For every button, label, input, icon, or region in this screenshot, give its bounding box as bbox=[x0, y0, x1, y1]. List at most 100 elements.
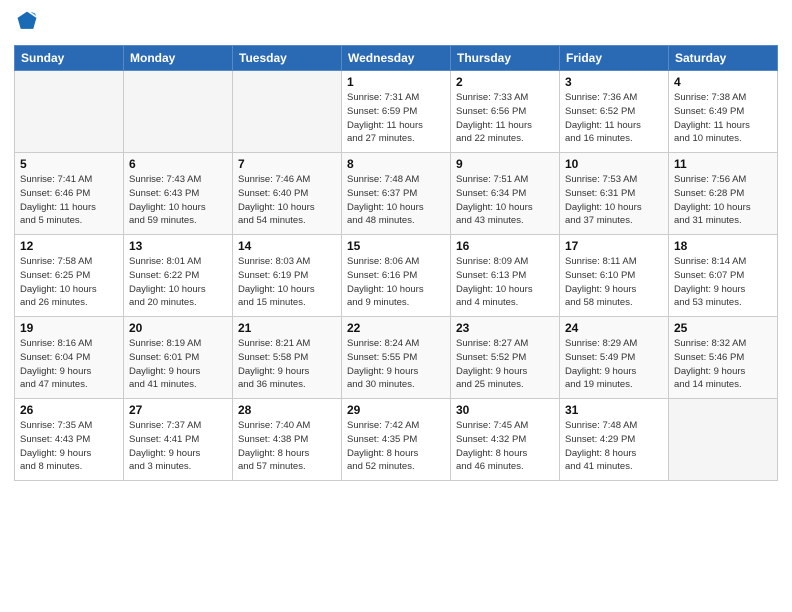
calendar-cell: 22 Sunrise: 8:24 AM Sunset: 5:55 PM Dayli… bbox=[342, 317, 451, 399]
calendar-cell bbox=[233, 71, 342, 153]
calendar-cell: 20 Sunrise: 8:19 AM Sunset: 6:01 PM Dayli… bbox=[124, 317, 233, 399]
day-info: Sunrise: 8:29 AM Sunset: 5:49 PM Dayligh… bbox=[565, 337, 663, 392]
day-info: Sunrise: 7:31 AM Sunset: 6:59 PM Dayligh… bbox=[347, 91, 445, 146]
day-number: 23 bbox=[456, 321, 554, 335]
day-info: Sunrise: 7:42 AM Sunset: 4:35 PM Dayligh… bbox=[347, 419, 445, 474]
weekday-header-friday: Friday bbox=[560, 46, 669, 71]
calendar-cell: 6 Sunrise: 7:43 AM Sunset: 6:43 PM Daylig… bbox=[124, 153, 233, 235]
day-number: 11 bbox=[674, 157, 772, 171]
day-info: Sunrise: 8:03 AM Sunset: 6:19 PM Dayligh… bbox=[238, 255, 336, 310]
weekday-header-wednesday: Wednesday bbox=[342, 46, 451, 71]
day-info: Sunrise: 7:46 AM Sunset: 6:40 PM Dayligh… bbox=[238, 173, 336, 228]
day-info: Sunrise: 7:48 AM Sunset: 6:37 PM Dayligh… bbox=[347, 173, 445, 228]
day-number: 24 bbox=[565, 321, 663, 335]
week-row-3: 12 Sunrise: 7:58 AM Sunset: 6:25 PM Dayli… bbox=[15, 235, 778, 317]
calendar-cell: 15 Sunrise: 8:06 AM Sunset: 6:16 PM Dayli… bbox=[342, 235, 451, 317]
day-number: 6 bbox=[129, 157, 227, 171]
header bbox=[14, 10, 778, 37]
day-info: Sunrise: 7:33 AM Sunset: 6:56 PM Dayligh… bbox=[456, 91, 554, 146]
calendar-cell: 4Sunrise: 7:38 AM Sunset: 6:49 PM Daylig… bbox=[669, 71, 778, 153]
calendar-cell: 10 Sunrise: 7:53 AM Sunset: 6:31 PM Dayli… bbox=[560, 153, 669, 235]
day-number: 12 bbox=[20, 239, 118, 253]
day-number: 1 bbox=[347, 75, 445, 89]
page: SundayMondayTuesdayWednesdayThursdayFrid… bbox=[0, 0, 792, 612]
day-info: Sunrise: 8:14 AM Sunset: 6:07 PM Dayligh… bbox=[674, 255, 772, 310]
day-number: 27 bbox=[129, 403, 227, 417]
day-info: Sunrise: 7:40 AM Sunset: 4:38 PM Dayligh… bbox=[238, 419, 336, 474]
day-info: Sunrise: 8:21 AM Sunset: 5:58 PM Dayligh… bbox=[238, 337, 336, 392]
calendar-cell: 25 Sunrise: 8:32 AM Sunset: 5:46 PM Dayli… bbox=[669, 317, 778, 399]
day-info: Sunrise: 8:11 AM Sunset: 6:10 PM Dayligh… bbox=[565, 255, 663, 310]
day-info: Sunrise: 7:37 AM Sunset: 4:41 PM Dayligh… bbox=[129, 419, 227, 474]
calendar-table: SundayMondayTuesdayWednesdayThursdayFrid… bbox=[14, 45, 778, 481]
calendar-cell: 27 Sunrise: 7:37 AM Sunset: 4:41 PM Dayli… bbox=[124, 399, 233, 481]
logo-icon bbox=[16, 10, 38, 32]
day-number: 16 bbox=[456, 239, 554, 253]
day-info: Sunrise: 8:24 AM Sunset: 5:55 PM Dayligh… bbox=[347, 337, 445, 392]
weekday-header-monday: Monday bbox=[124, 46, 233, 71]
calendar-cell: 1 Sunrise: 7:31 AM Sunset: 6:59 PM Daylig… bbox=[342, 71, 451, 153]
day-info: Sunrise: 8:16 AM Sunset: 6:04 PM Dayligh… bbox=[20, 337, 118, 392]
calendar-cell: 24 Sunrise: 8:29 AM Sunset: 5:49 PM Dayli… bbox=[560, 317, 669, 399]
calendar-header-row: SundayMondayTuesdayWednesdayThursdayFrid… bbox=[15, 46, 778, 71]
day-number: 25 bbox=[674, 321, 772, 335]
day-number: 3 bbox=[565, 75, 663, 89]
calendar-cell: 14 Sunrise: 8:03 AM Sunset: 6:19 PM Dayli… bbox=[233, 235, 342, 317]
calendar-cell: 11 Sunrise: 7:56 AM Sunset: 6:28 PM Dayli… bbox=[669, 153, 778, 235]
day-number: 31 bbox=[565, 403, 663, 417]
day-info: Sunrise: 7:53 AM Sunset: 6:31 PM Dayligh… bbox=[565, 173, 663, 228]
day-number: 10 bbox=[565, 157, 663, 171]
calendar-cell: 28 Sunrise: 7:40 AM Sunset: 4:38 PM Dayli… bbox=[233, 399, 342, 481]
day-number: 4 bbox=[674, 75, 772, 89]
day-number: 19 bbox=[20, 321, 118, 335]
day-info: Sunrise: 8:01 AM Sunset: 6:22 PM Dayligh… bbox=[129, 255, 227, 310]
calendar-cell: 3 Sunrise: 7:36 AM Sunset: 6:52 PM Daylig… bbox=[560, 71, 669, 153]
day-info: Sunrise: 7:36 AM Sunset: 6:52 PM Dayligh… bbox=[565, 91, 663, 146]
week-row-2: 5 Sunrise: 7:41 AM Sunset: 6:46 PM Daylig… bbox=[15, 153, 778, 235]
day-number: 7 bbox=[238, 157, 336, 171]
day-number: 18 bbox=[674, 239, 772, 253]
calendar-cell: 26Sunrise: 7:35 AM Sunset: 4:43 PM Dayli… bbox=[15, 399, 124, 481]
day-number: 2 bbox=[456, 75, 554, 89]
day-info: Sunrise: 7:58 AM Sunset: 6:25 PM Dayligh… bbox=[20, 255, 118, 310]
day-info: Sunrise: 8:19 AM Sunset: 6:01 PM Dayligh… bbox=[129, 337, 227, 392]
day-number: 8 bbox=[347, 157, 445, 171]
calendar-cell: 21 Sunrise: 8:21 AM Sunset: 5:58 PM Dayli… bbox=[233, 317, 342, 399]
calendar-cell: 12 Sunrise: 7:58 AM Sunset: 6:25 PM Dayli… bbox=[15, 235, 124, 317]
day-number: 28 bbox=[238, 403, 336, 417]
calendar-cell: 13 Sunrise: 8:01 AM Sunset: 6:22 PM Dayli… bbox=[124, 235, 233, 317]
day-number: 13 bbox=[129, 239, 227, 253]
calendar-cell: 8 Sunrise: 7:48 AM Sunset: 6:37 PM Daylig… bbox=[342, 153, 451, 235]
day-number: 29 bbox=[347, 403, 445, 417]
day-info: Sunrise: 8:09 AM Sunset: 6:13 PM Dayligh… bbox=[456, 255, 554, 310]
day-info: Sunrise: 7:41 AM Sunset: 6:46 PM Dayligh… bbox=[20, 173, 118, 228]
calendar-cell: 9 Sunrise: 7:51 AM Sunset: 6:34 PM Daylig… bbox=[451, 153, 560, 235]
calendar-cell: 17Sunrise: 8:11 AM Sunset: 6:10 PM Dayli… bbox=[560, 235, 669, 317]
calendar-cell bbox=[15, 71, 124, 153]
week-row-5: 26Sunrise: 7:35 AM Sunset: 4:43 PM Dayli… bbox=[15, 399, 778, 481]
calendar-cell: 2 Sunrise: 7:33 AM Sunset: 6:56 PM Daylig… bbox=[451, 71, 560, 153]
day-info: Sunrise: 8:27 AM Sunset: 5:52 PM Dayligh… bbox=[456, 337, 554, 392]
day-number: 5 bbox=[20, 157, 118, 171]
calendar-cell: 19 Sunrise: 8:16 AM Sunset: 6:04 PM Dayli… bbox=[15, 317, 124, 399]
day-number: 30 bbox=[456, 403, 554, 417]
calendar-cell bbox=[669, 399, 778, 481]
calendar-cell: 31Sunrise: 7:48 AM Sunset: 4:29 PM Dayli… bbox=[560, 399, 669, 481]
day-info: Sunrise: 8:32 AM Sunset: 5:46 PM Dayligh… bbox=[674, 337, 772, 392]
day-number: 20 bbox=[129, 321, 227, 335]
day-info: Sunrise: 7:43 AM Sunset: 6:43 PM Dayligh… bbox=[129, 173, 227, 228]
calendar-cell: 5 Sunrise: 7:41 AM Sunset: 6:46 PM Daylig… bbox=[15, 153, 124, 235]
day-number: 22 bbox=[347, 321, 445, 335]
logo bbox=[14, 10, 40, 37]
day-number: 15 bbox=[347, 239, 445, 253]
day-info: Sunrise: 7:56 AM Sunset: 6:28 PM Dayligh… bbox=[674, 173, 772, 228]
day-number: 9 bbox=[456, 157, 554, 171]
day-info: Sunrise: 7:51 AM Sunset: 6:34 PM Dayligh… bbox=[456, 173, 554, 228]
day-number: 21 bbox=[238, 321, 336, 335]
weekday-header-tuesday: Tuesday bbox=[233, 46, 342, 71]
weekday-header-thursday: Thursday bbox=[451, 46, 560, 71]
day-number: 14 bbox=[238, 239, 336, 253]
calendar-cell: 7 Sunrise: 7:46 AM Sunset: 6:40 PM Daylig… bbox=[233, 153, 342, 235]
calendar-cell: 16 Sunrise: 8:09 AM Sunset: 6:13 PM Dayli… bbox=[451, 235, 560, 317]
day-info: Sunrise: 8:06 AM Sunset: 6:16 PM Dayligh… bbox=[347, 255, 445, 310]
